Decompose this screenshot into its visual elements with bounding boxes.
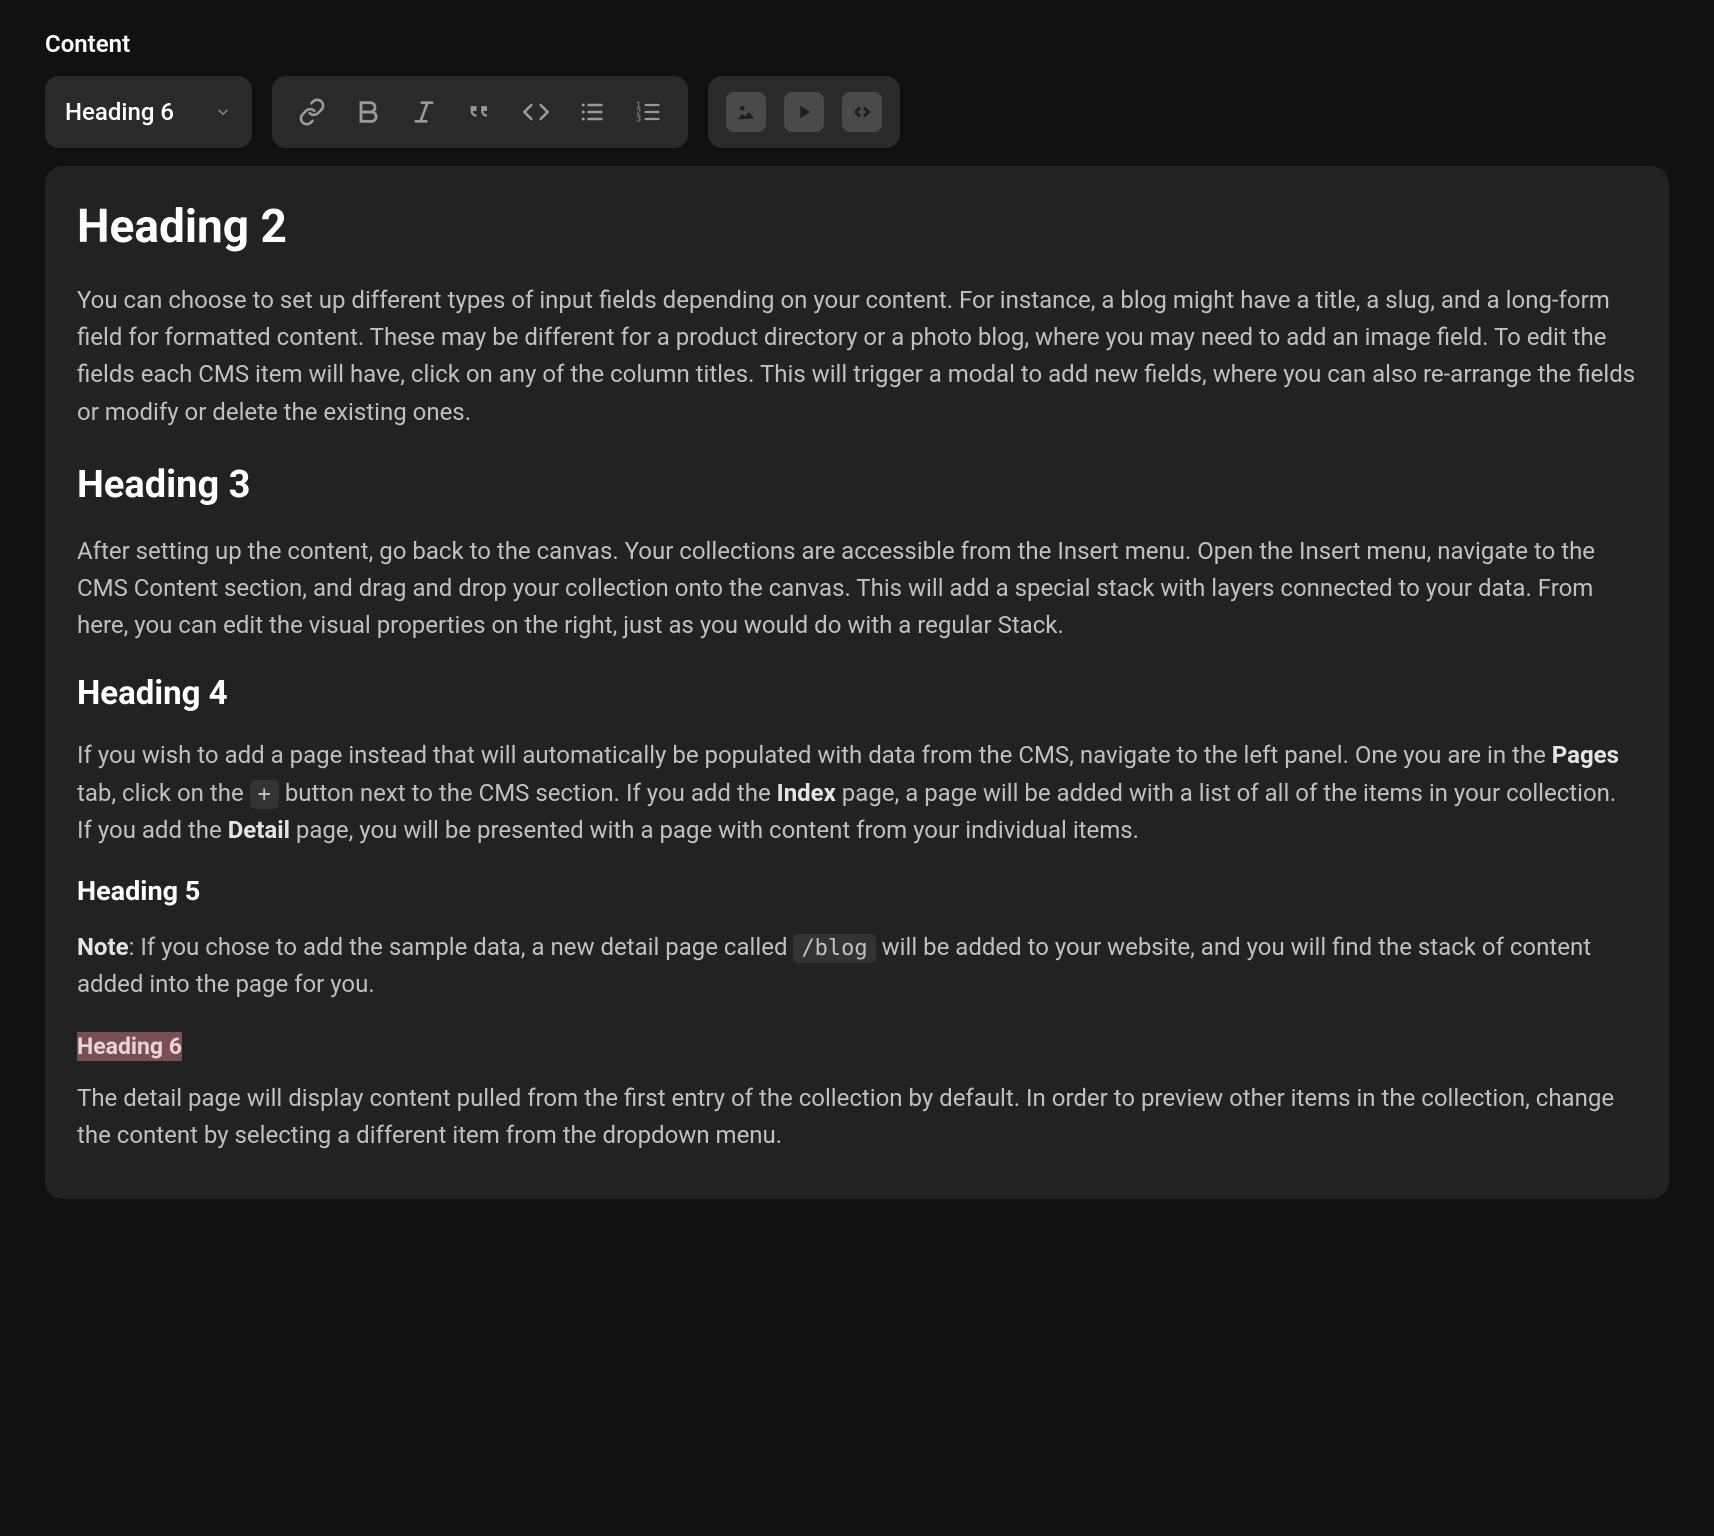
heading-level-text: Heading 6 <box>65 98 174 126</box>
image-button[interactable] <box>726 92 766 132</box>
ordered-list-button[interactable]: 123 <box>622 86 674 138</box>
chevron-down-icon <box>214 103 232 121</box>
quote-icon <box>466 98 494 126</box>
heading-4: Heading 4 <box>77 674 1637 713</box>
inline-code: + <box>250 780 279 809</box>
play-icon <box>793 101 815 123</box>
bullet-list-icon <box>578 98 606 126</box>
paragraph: You can choose to set up different types… <box>77 282 1637 431</box>
heading-5: Heading 5 <box>77 875 1637 907</box>
ordered-list-icon: 123 <box>634 98 662 126</box>
image-icon <box>735 101 757 123</box>
italic-button[interactable] <box>398 86 450 138</box>
embed-button[interactable] <box>842 92 882 132</box>
bold-text: Note <box>77 933 129 961</box>
paragraph: The detail page will display content pul… <box>77 1080 1637 1154</box>
heading-level-select[interactable]: Heading 6 <box>45 76 252 148</box>
content-label: Content <box>45 30 1669 58</box>
link-icon <box>298 98 326 126</box>
editor-canvas[interactable]: Heading 2 You can choose to set up diffe… <box>45 166 1669 1199</box>
embed-icon <box>851 101 873 123</box>
format-group: 123 <box>272 76 688 148</box>
video-button[interactable] <box>784 92 824 132</box>
paragraph: After setting up the content, go back to… <box>77 533 1637 645</box>
selected-text: Heading 6 <box>77 1032 182 1061</box>
link-button[interactable] <box>286 86 338 138</box>
heading-6: Heading 6 <box>77 1033 182 1060</box>
svg-text:3: 3 <box>636 114 641 123</box>
bold-text: Index <box>777 779 836 807</box>
bullet-list-button[interactable] <box>566 86 618 138</box>
code-icon <box>522 98 550 126</box>
bold-text: Detail <box>228 816 290 844</box>
paragraph: Note: If you chose to add the sample dat… <box>77 929 1637 1003</box>
paragraph: If you wish to add a page instead that w… <box>77 737 1637 849</box>
heading-2: Heading 2 <box>77 200 1637 254</box>
heading-3: Heading 3 <box>77 463 1637 507</box>
code-button[interactable] <box>510 86 562 138</box>
bold-button[interactable] <box>342 86 394 138</box>
italic-icon <box>410 98 438 126</box>
bold-text: Pages <box>1552 741 1619 769</box>
quote-button[interactable] <box>454 86 506 138</box>
inline-code: /blog <box>793 934 875 963</box>
bold-icon <box>354 98 382 126</box>
media-group <box>708 76 900 148</box>
toolbar: Heading 6 123 <box>45 76 1669 148</box>
